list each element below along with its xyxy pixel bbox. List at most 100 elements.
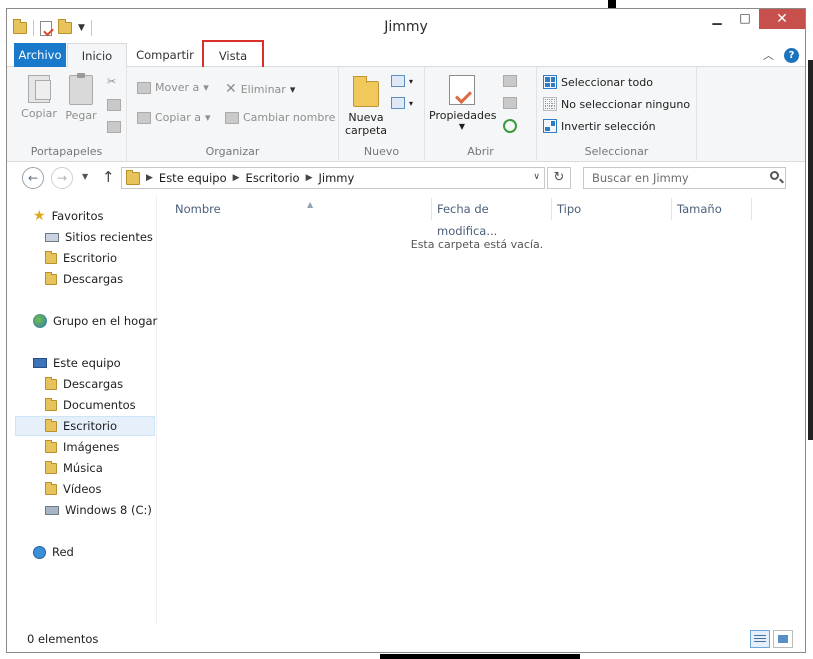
rename-icon (225, 111, 239, 124)
new-item-button[interactable]: ▾ (391, 75, 413, 87)
large-icons-view-button[interactable] (773, 630, 793, 648)
nav-label: Red (52, 545, 74, 559)
breadcrumb-separator[interactable]: ▶ (233, 173, 240, 183)
select-all-button[interactable]: Seleccionar todo (543, 75, 653, 89)
nav-red[interactable]: Red (33, 542, 74, 562)
rename-button[interactable]: Cambiar nombre (225, 111, 335, 124)
copy-path-icon (107, 99, 121, 111)
paste-shortcut-button[interactable] (107, 121, 121, 133)
column-header-fecha[interactable]: Fecha de modifica... (432, 198, 552, 238)
downloads-folder-icon (45, 271, 57, 285)
videos-folder-icon (45, 481, 57, 495)
forward-button[interactable]: → (51, 167, 73, 189)
minimize-button[interactable]: ▁ (703, 9, 731, 29)
group-label-nuevo: Nuevo (363, 145, 400, 158)
tab-archivo[interactable]: Archivo (14, 43, 66, 67)
invert-selection-button[interactable]: Invertir selección (543, 119, 656, 133)
new-folder-label: Nueva carpeta (344, 111, 388, 137)
chevron-down-icon: ▼ (458, 122, 466, 131)
nav-pc-documentos[interactable]: Documentos (45, 395, 136, 415)
nav-label: Este equipo (53, 356, 121, 370)
folder-icon (45, 250, 57, 264)
breadcrumb-separator[interactable]: ▶ (306, 173, 313, 183)
file-list[interactable]: Nombre ▲ Fecha de modifica... Tipo Tamañ… (157, 195, 805, 625)
computer-icon (33, 358, 47, 368)
nav-fav-descargas[interactable]: Descargas (45, 269, 123, 289)
search-input[interactable]: Buscar en Jimmy (583, 167, 786, 189)
nav-pc-escritorio[interactable]: Escritorio (15, 416, 155, 436)
window-title: Jimmy (384, 19, 428, 35)
new-folder-button[interactable]: Nueva carpeta (343, 76, 389, 137)
folder-icon (126, 169, 140, 185)
copy-button[interactable]: Copiar (21, 75, 57, 120)
breadcrumb-jimmy[interactable]: Jimmy (318, 171, 354, 185)
search-icon[interactable] (770, 171, 779, 180)
select-all-label: Seleccionar todo (561, 75, 653, 89)
close-button[interactable]: ✕ (759, 9, 805, 29)
copy-path-button[interactable] (107, 99, 121, 111)
nav-pc-imagenes[interactable]: Imágenes (45, 437, 119, 457)
navigation-bar: ← → ▼ ↑ ▶ Este equipo ▶ Escritorio ▶ Jim… (7, 167, 805, 191)
address-dropdown-icon[interactable]: ∨ (533, 172, 540, 182)
nav-sitios-recientes[interactable]: Sitios recientes (45, 227, 153, 247)
tab-vista[interactable]: Vista (202, 40, 264, 70)
paste-icon (69, 73, 93, 105)
nav-pc-windows-c[interactable]: Windows 8 (C:) (45, 500, 152, 520)
minimize-ribbon-icon[interactable]: ︿ (763, 47, 774, 63)
breadcrumb-separator[interactable]: ▶ (146, 173, 153, 183)
select-none-label: No seleccionar ninguno (561, 97, 691, 111)
history-button[interactable] (503, 119, 517, 133)
tab-inicio[interactable]: Inicio (67, 43, 127, 68)
address-bar[interactable]: ▶ Este equipo ▶ Escritorio ▶ Jimmy ∨ (121, 167, 545, 189)
help-icon[interactable]: ? (784, 47, 799, 63)
delete-button[interactable]: ✕ Eliminar ▾ (225, 81, 295, 97)
column-header-nombre[interactable]: Nombre ▲ (170, 198, 432, 220)
up-button[interactable]: ↑ (102, 168, 115, 186)
new-item-icon (391, 75, 405, 87)
recent-locations-dropdown[interactable]: ▼ (82, 172, 88, 181)
nav-label: Descargas (63, 272, 124, 286)
edit-button[interactable] (503, 97, 517, 109)
select-all-icon (543, 75, 557, 89)
nav-grupo-hogar[interactable]: Grupo en el hogar (33, 311, 157, 331)
breadcrumb-escritorio[interactable]: Escritorio (246, 171, 300, 185)
maximize-button[interactable]: □ (731, 9, 759, 29)
paste-button[interactable]: Pegar (63, 73, 99, 122)
downloads-folder-icon (45, 376, 57, 390)
rename-label: Cambiar nombre (243, 111, 336, 124)
ribbon-tabs: Archivo Inicio Compartir Vista ︿ ? (7, 40, 805, 70)
nav-pc-descargas[interactable]: Descargas (45, 374, 123, 394)
back-button[interactable]: ← (22, 167, 44, 189)
copy-to-button[interactable]: Copiar a ▾ (137, 111, 210, 124)
open-button[interactable] (503, 75, 517, 87)
copy-to-icon (137, 111, 151, 124)
easy-access-icon (391, 97, 405, 109)
details-view-button[interactable] (750, 630, 770, 648)
item-count: 0 elementos (27, 632, 99, 646)
group-label-abrir: Abrir (467, 145, 494, 158)
column-header-tipo[interactable]: Tipo (552, 198, 672, 220)
breadcrumb-este-equipo[interactable]: Este equipo (159, 171, 227, 185)
homegroup-icon (33, 314, 47, 328)
nav-este-equipo[interactable]: Este equipo (33, 353, 121, 373)
column-header-tamano[interactable]: Tamaño (672, 198, 752, 220)
nav-pc-musica[interactable]: Música (45, 458, 103, 478)
nav-favoritos[interactable]: ★ Favoritos (33, 206, 103, 226)
move-to-button[interactable]: Mover a ▾ (137, 81, 209, 94)
refresh-button[interactable]: ↻ (547, 167, 571, 189)
desktop-background-fragment (380, 654, 580, 659)
group-label-portapapeles: Portapapeles (30, 145, 103, 158)
easy-access-button[interactable]: ▾ (391, 97, 413, 109)
empty-folder-message: Esta carpeta está vacía. (410, 238, 544, 251)
properties-button[interactable]: Propiedades ▼ (429, 75, 496, 131)
recent-places-icon (45, 232, 59, 242)
nav-pc-videos[interactable]: Vídeos (45, 479, 101, 499)
scissors-icon: ✂ (107, 75, 117, 88)
drive-icon (45, 505, 59, 515)
desktop-background-fragment (808, 60, 813, 440)
select-none-button[interactable]: No seleccionar ninguno (543, 97, 690, 111)
chevron-down-icon: ▾ (204, 111, 211, 124)
tab-compartir[interactable]: Compartir (129, 43, 201, 67)
cut-button[interactable]: ✂ (107, 75, 116, 88)
nav-fav-escritorio[interactable]: Escritorio (45, 248, 117, 268)
